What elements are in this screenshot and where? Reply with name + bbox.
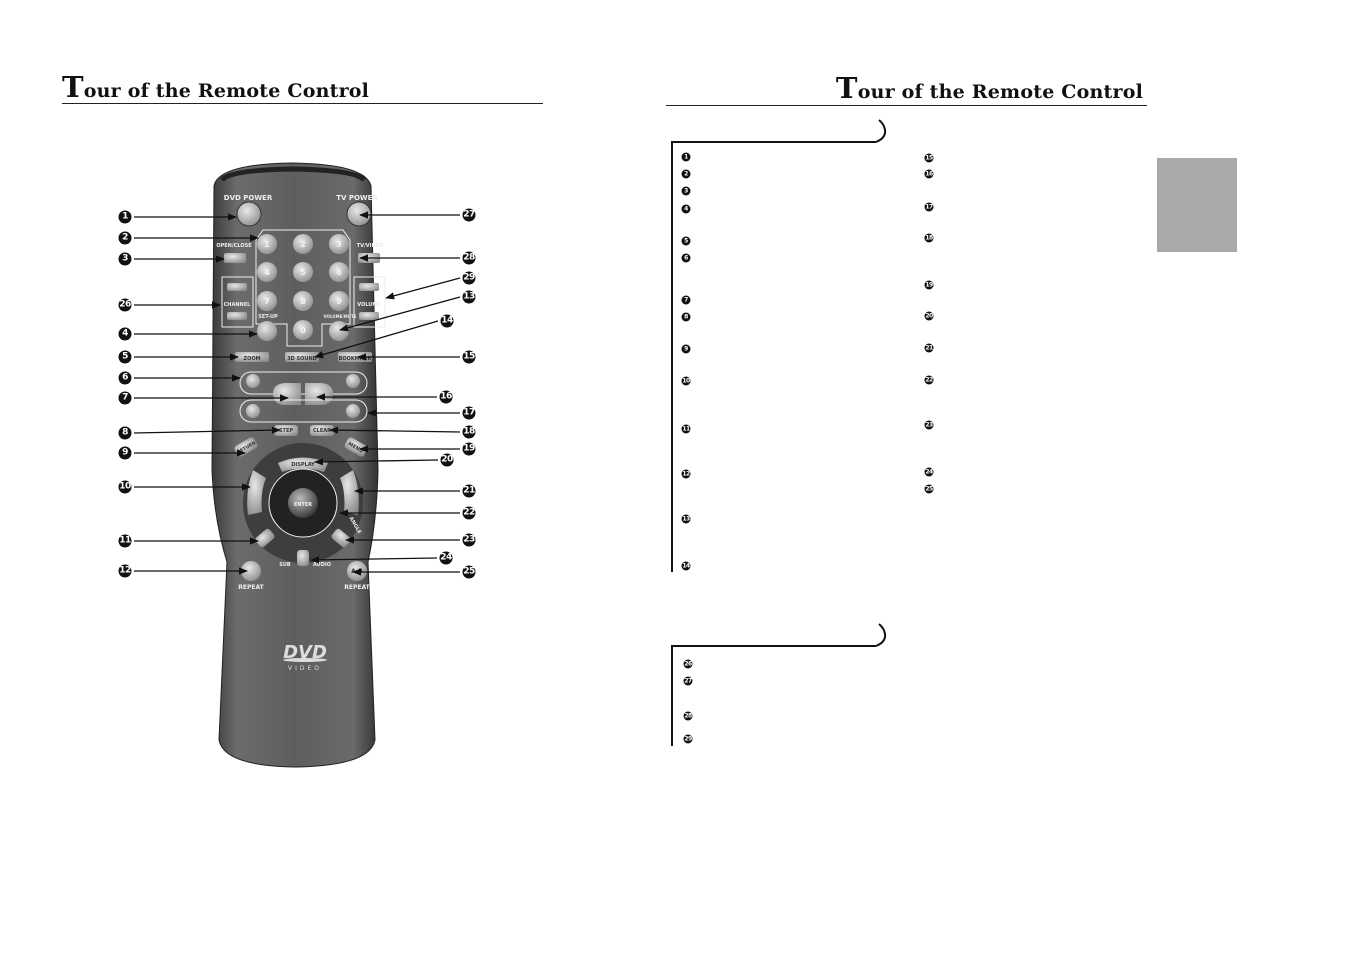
tv-video-label: TV/VIDEO [357, 243, 384, 249]
setup-label: SET-UP [258, 314, 278, 320]
callout-number: 18 [462, 425, 476, 439]
volume-down-button[interactable] [359, 312, 379, 320]
callout-number: 26 [118, 298, 132, 312]
tv-power-label: TV POWER [336, 194, 378, 202]
callout-number: 16 [439, 390, 453, 404]
callout-number: 6 [118, 371, 132, 385]
number-key-label: 1 [264, 240, 270, 249]
callout-number: 7 [118, 391, 132, 405]
callout-number: 22 [462, 506, 476, 520]
number-key-label: 5 [300, 268, 306, 277]
callout-number: 24 [439, 551, 453, 565]
dvd-power-button[interactable] [236, 201, 262, 227]
callout-number: 28 [462, 251, 476, 265]
mute-button[interactable] [329, 321, 349, 341]
callout-number: 4 [118, 327, 132, 341]
number-key-label: 4 [264, 268, 270, 277]
number-key-label: 6 [336, 268, 342, 277]
number-key-label: 9 [336, 297, 342, 306]
callout-number: 5 [118, 350, 132, 364]
skip-forward-button[interactable] [346, 404, 360, 418]
callout-arrow [385, 277, 461, 300]
skip-back-button[interactable] [246, 404, 260, 418]
callout-number: 2 [118, 231, 132, 245]
open-close-button[interactable] [224, 253, 246, 263]
callout-number: 15 [462, 350, 476, 364]
repeat-label: REPEAT [238, 584, 264, 591]
callout-number: 27 [462, 208, 476, 222]
callout-number: 11 [118, 534, 132, 548]
volume-label: VOLUME [357, 302, 381, 308]
search-back-button[interactable] [246, 374, 260, 388]
channel-down-button[interactable] [227, 312, 247, 320]
mute-label: VOLUME/MUTE [324, 314, 357, 319]
setup-button[interactable] [257, 321, 277, 341]
clear-label: CLEAR [313, 428, 331, 434]
sub-label: SUB [279, 562, 291, 568]
zoom-label: ZOOM [243, 356, 260, 362]
number-key-label: 3 [336, 240, 342, 249]
dvd-power-label: DVD POWER [224, 194, 273, 202]
callout-number: 20 [440, 453, 454, 467]
callout-number: 8 [118, 426, 132, 440]
number-key-label: 7 [264, 297, 270, 306]
callout-number: 9 [118, 446, 132, 460]
callout-number: 23 [462, 533, 476, 547]
callout-number: 17 [462, 406, 476, 420]
number-key-label: 0 [300, 326, 306, 335]
display-label: DISPLAY [291, 462, 315, 468]
tv-power-button[interactable] [346, 201, 372, 227]
step-label: STEP [279, 428, 293, 434]
number-key-label: 8 [300, 297, 306, 306]
volume-up-button[interactable] [359, 283, 379, 291]
callout-number: 25 [462, 565, 476, 579]
channel-label: CHANNEL [224, 302, 252, 308]
stop-button[interactable] [272, 383, 301, 405]
audio-button[interactable] [297, 550, 309, 566]
callout-number: 10 [118, 480, 132, 494]
audio-label: AUDIO [313, 562, 331, 568]
search-forward-button[interactable] [346, 374, 360, 388]
callout-number: 29 [462, 271, 476, 285]
callout-number: 14 [440, 314, 454, 328]
callout-number: 12 [118, 564, 132, 578]
callout-number: 3 [118, 252, 132, 266]
channel-up-button[interactable] [227, 283, 247, 291]
enter-label: ENTER [294, 502, 312, 508]
remote-control-illustration: DVD POWER TV POWER 1 2 3 4 5 6 7 8 9 0 OPEN/CLOSE… [133, 162, 461, 768]
open-close-label: OPEN/CLOSE [216, 243, 252, 249]
number-key-label: 2 [300, 240, 306, 249]
callout-number: 1 [118, 210, 132, 224]
play-pause-button[interactable] [305, 383, 334, 405]
3d-sound-label: 3D SOUND [287, 356, 317, 362]
callout-number: 21 [462, 484, 476, 498]
ab-repeat-label: REPEAT [344, 584, 370, 591]
callout-number: 19 [462, 442, 476, 456]
callout-number: 13 [462, 290, 476, 304]
video-logo-text: VIDEO [288, 665, 322, 672]
